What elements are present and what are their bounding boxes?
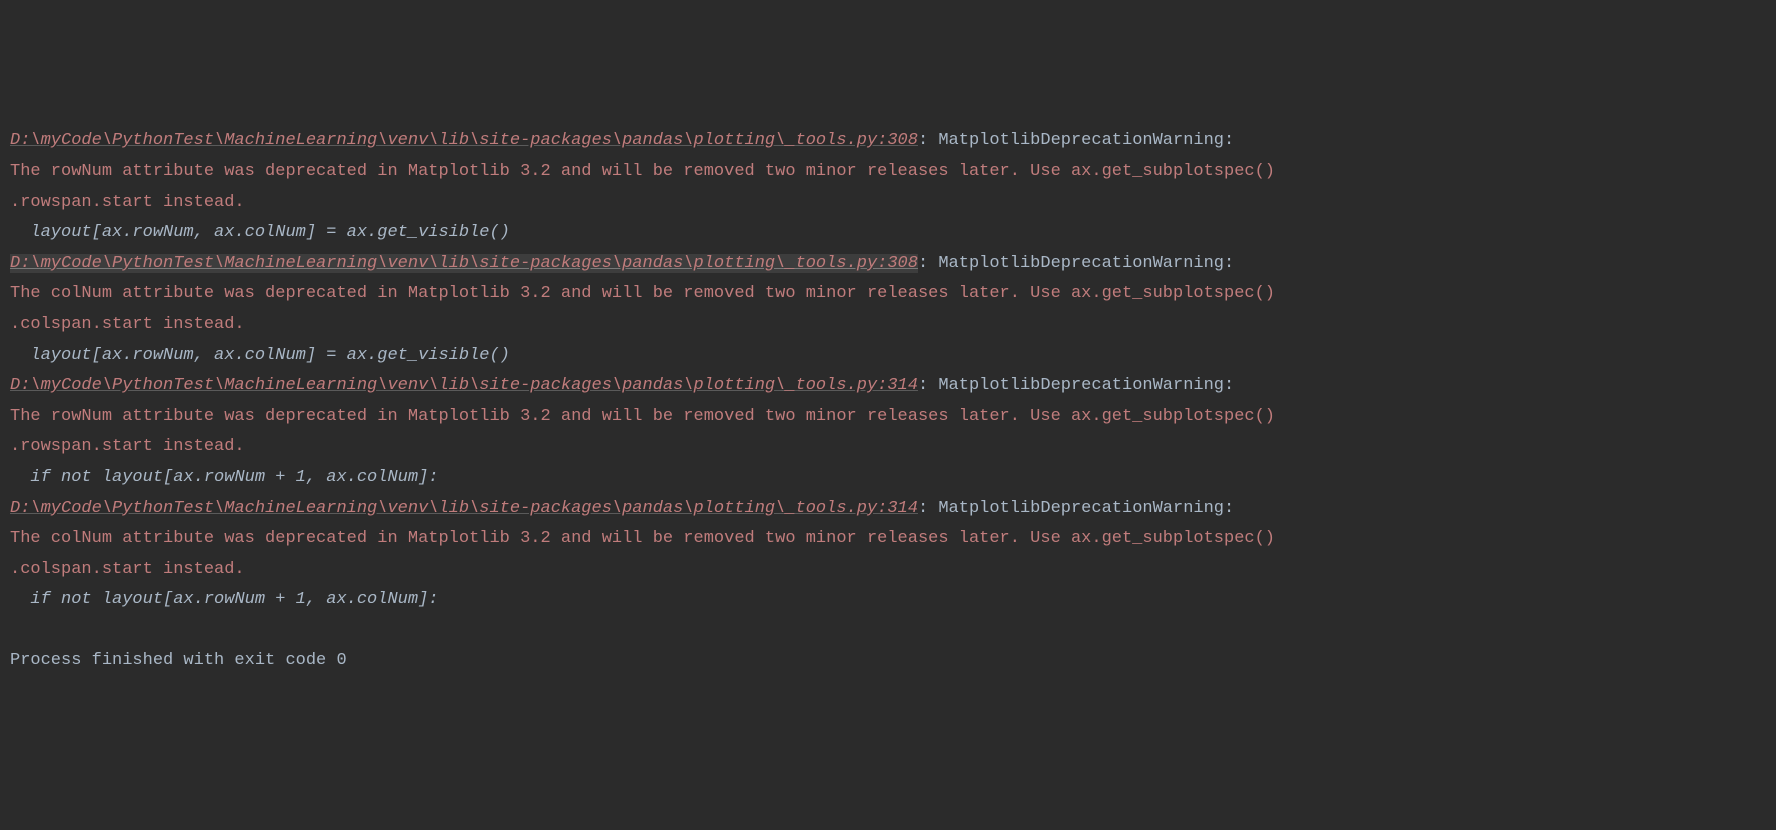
code-line: if not layout[ax.rowNum + 1, ax.colNum]: xyxy=(10,585,1766,616)
console-output[interactable]: D:\myCode\PythonTest\MachineLearning\ven… xyxy=(10,126,1766,677)
warning-type: MatplotlibDeprecationWarning: xyxy=(938,131,1244,150)
code-line: layout[ax.rowNum, ax.colNum] = ax.get_vi… xyxy=(10,218,1766,249)
file-path-link[interactable]: D:\myCode\PythonTest\MachineLearning\ven… xyxy=(10,254,918,273)
warning-message: .rowspan.start instead. xyxy=(10,432,1766,463)
separator: : xyxy=(918,131,938,150)
warning-line: D:\myCode\PythonTest\MachineLearning\ven… xyxy=(10,249,1766,280)
warning-type: MatplotlibDeprecationWarning: xyxy=(938,499,1244,518)
code-line: layout[ax.rowNum, ax.colNum] = ax.get_vi… xyxy=(10,341,1766,372)
file-path-link[interactable]: D:\myCode\PythonTest\MachineLearning\ven… xyxy=(10,131,918,150)
warning-message: .colspan.start instead. xyxy=(10,310,1766,341)
warning-message: .rowspan.start instead. xyxy=(10,188,1766,219)
warning-line: D:\myCode\PythonTest\MachineLearning\ven… xyxy=(10,494,1766,525)
warning-message: The colNum attribute was deprecated in M… xyxy=(10,279,1766,310)
separator: : xyxy=(918,499,938,518)
separator: : xyxy=(918,376,938,395)
warning-line: D:\myCode\PythonTest\MachineLearning\ven… xyxy=(10,126,1766,157)
warning-type: MatplotlibDeprecationWarning: xyxy=(938,254,1244,273)
warning-message: The rowNum attribute was deprecated in M… xyxy=(10,402,1766,433)
separator: : xyxy=(918,254,938,273)
code-line: if not layout[ax.rowNum + 1, ax.colNum]: xyxy=(10,463,1766,494)
warning-message: .colspan.start instead. xyxy=(10,555,1766,586)
warning-type: MatplotlibDeprecationWarning: xyxy=(938,376,1244,395)
file-path-link[interactable]: D:\myCode\PythonTest\MachineLearning\ven… xyxy=(10,376,918,395)
warning-message: The rowNum attribute was deprecated in M… xyxy=(10,157,1766,188)
process-exit-message: Process finished with exit code 0 xyxy=(10,646,1766,677)
warning-line: D:\myCode\PythonTest\MachineLearning\ven… xyxy=(10,371,1766,402)
blank-line xyxy=(10,616,1766,647)
warning-message: The colNum attribute was deprecated in M… xyxy=(10,524,1766,555)
file-path-link[interactable]: D:\myCode\PythonTest\MachineLearning\ven… xyxy=(10,499,918,518)
